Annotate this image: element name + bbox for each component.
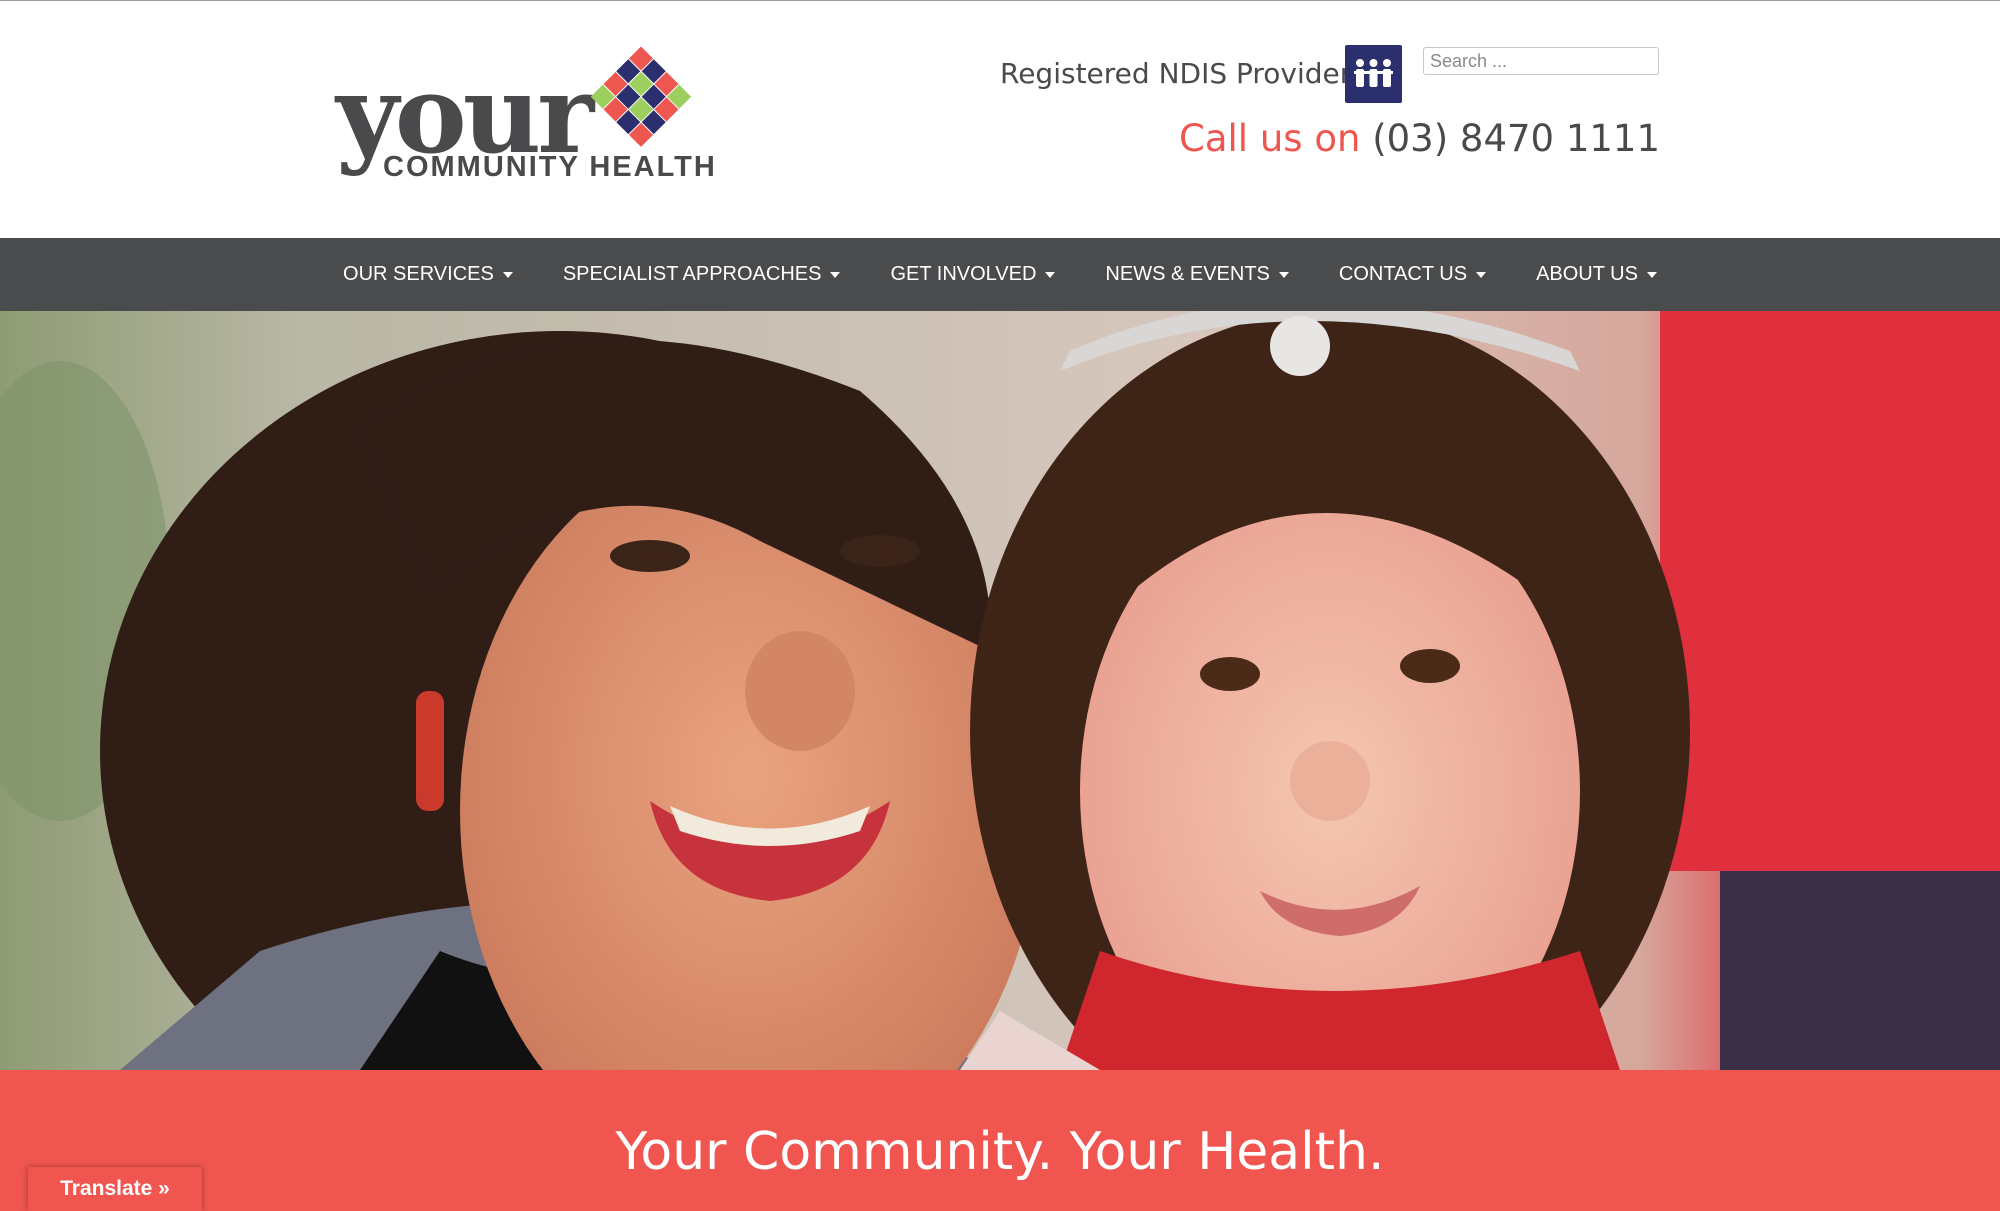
search-input[interactable] (1423, 47, 1659, 75)
hero-photo (0, 311, 2000, 1070)
nav-label: OUR SERVICES (343, 263, 494, 285)
hero-image (0, 311, 2000, 1070)
site-logo[interactable]: your COMMUNITY HEALTH (336, 41, 716, 191)
ndis-people-icon[interactable] (1345, 45, 1402, 103)
caret-down-icon (1045, 271, 1056, 278)
nav-get-involved[interactable]: GET INVOLVED (890, 263, 1056, 286)
logo-subtitle: COMMUNITY HEALTH (383, 151, 717, 183)
nav-label: GET INVOLVED (890, 263, 1037, 285)
nav-contact-us[interactable]: CONTACT US (1338, 263, 1487, 286)
caret-down-icon (1646, 271, 1657, 278)
main-nav: OUR SERVICES SPECIALIST APPROACHES GET I… (0, 238, 2000, 311)
caret-down-icon (830, 271, 841, 278)
ndis-provider-label: Registered NDIS Provider (1000, 57, 1352, 90)
phone-number[interactable]: (03) 8470 1111 (1372, 117, 1660, 160)
nav-our-services[interactable]: OUR SERVICES (343, 263, 513, 286)
nav-specialist-approaches[interactable]: SPECIALIST APPROACHES (563, 263, 841, 286)
nav-label: ABOUT US (1536, 263, 1638, 285)
tagline-text: Your Community. Your Health. (615, 1122, 1385, 1182)
nav-label: CONTACT US (1338, 263, 1468, 285)
call-us: Call us on (03) 8470 1111 (1179, 117, 1660, 160)
heart-logo-icon (590, 46, 692, 147)
caret-down-icon (1476, 271, 1487, 278)
translate-button[interactable]: Translate » (28, 1167, 202, 1211)
nav-label: SPECIALIST APPROACHES (562, 263, 822, 285)
call-prefix: Call us on (1179, 117, 1361, 160)
nav-label: NEWS & EVENTS (1105, 263, 1270, 285)
nav-about-us[interactable]: ABOUT US (1536, 263, 1657, 286)
tagline-banner: Your Community. Your Health. (0, 1070, 2000, 1211)
caret-down-icon (1278, 271, 1289, 278)
site-header: your COMMUNITY HEALTH Registered NDIS Pr… (0, 1, 2000, 238)
nav-news-events[interactable]: NEWS & EVENTS (1105, 263, 1289, 286)
caret-down-icon (502, 271, 513, 278)
